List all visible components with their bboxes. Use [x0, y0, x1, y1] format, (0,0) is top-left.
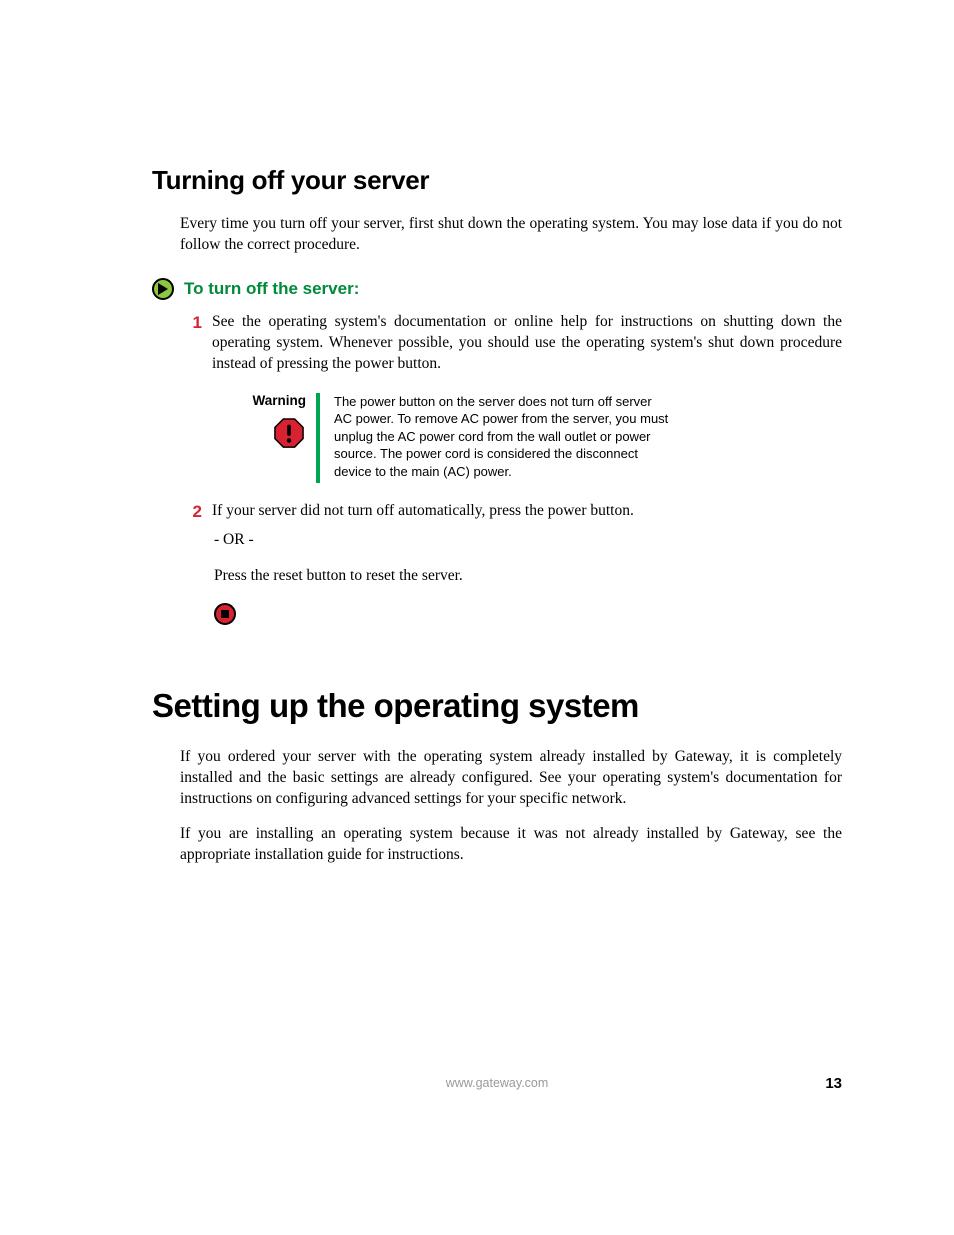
procedure-header: To turn off the server: [152, 278, 842, 300]
os-paragraph-2: If you are installing an operating syste… [180, 824, 842, 866]
procedure-title: To turn off the server: [184, 279, 359, 299]
warning-text: The power button on the server does not … [320, 393, 670, 481]
warning-block: Warning The power button on the server d… [236, 393, 842, 483]
step-text: If your server did not turn off automati… [212, 501, 842, 524]
warning-label: Warning [236, 393, 306, 408]
footer-url: www.gateway.com [446, 1076, 549, 1090]
stop-icon [214, 603, 236, 625]
heading-turning-off: Turning off your server [152, 165, 842, 196]
step-2: 2 If your server did not turn off automa… [188, 501, 842, 524]
footer-page-number: 13 [825, 1075, 842, 1092]
warning-icon [274, 418, 304, 448]
reset-text: Press the reset button to reset the serv… [214, 566, 842, 587]
step-number: 1 [188, 312, 202, 375]
play-icon [152, 278, 174, 300]
os-paragraph-1: If you ordered your server with the oper… [180, 747, 842, 810]
step-number: 2 [188, 501, 202, 524]
step-text: See the operating system's documentation… [212, 312, 842, 375]
intro-paragraph: Every time you turn off your server, fir… [180, 214, 842, 256]
or-text: - OR - [214, 530, 842, 551]
page-footer: www.gateway.com 13 [0, 1076, 954, 1090]
step-1: 1 See the operating system's documentati… [188, 312, 842, 375]
heading-setting-up-os: Setting up the operating system [152, 687, 842, 725]
